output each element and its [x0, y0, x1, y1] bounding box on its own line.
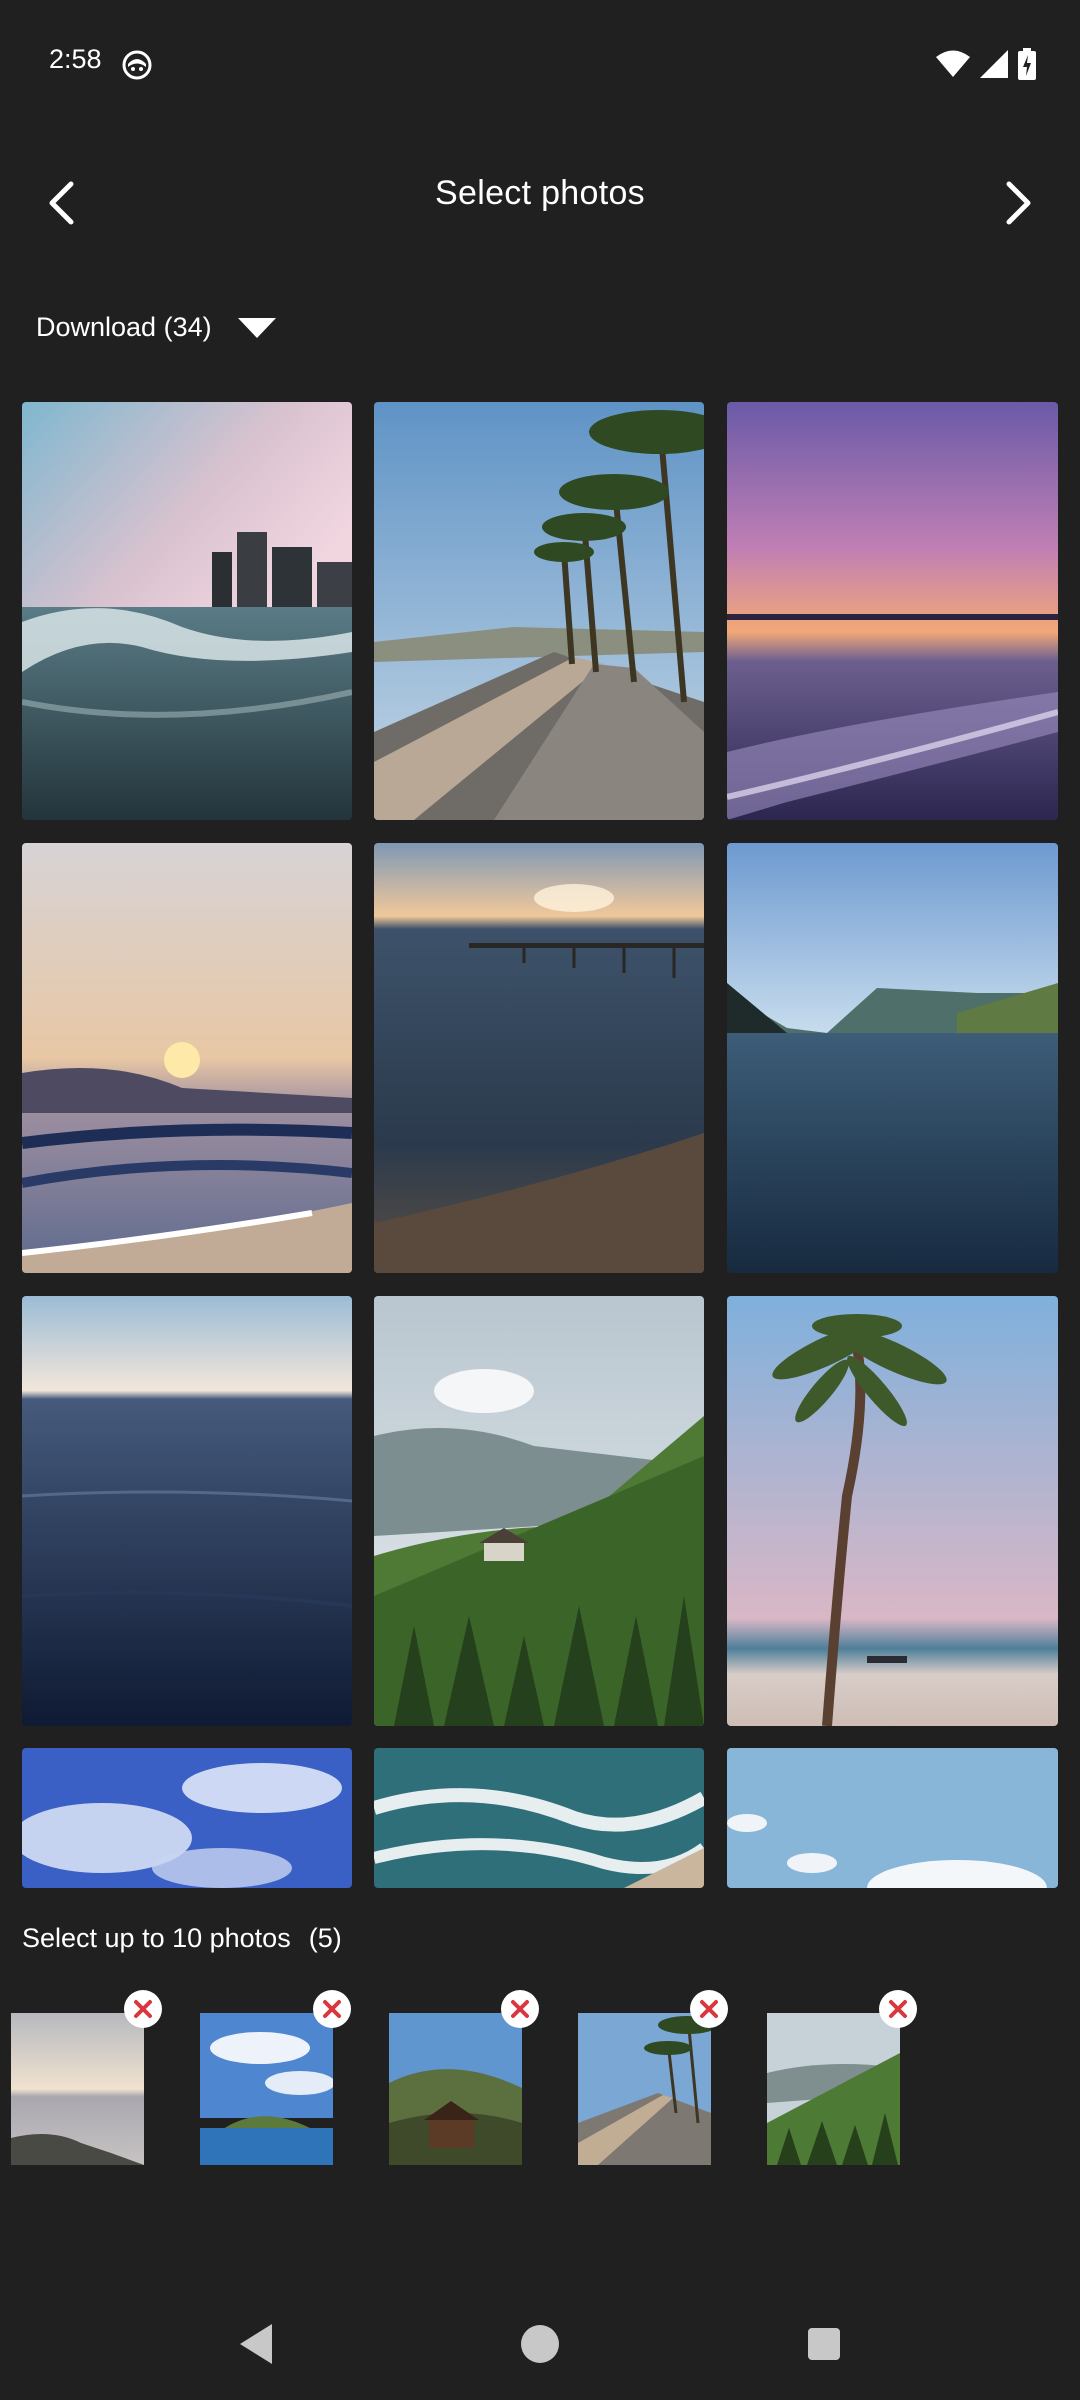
close-icon [700, 2000, 718, 2018]
triangle-down-icon [237, 317, 276, 338]
selected-photos-strip [0, 1990, 1080, 2170]
remove-selected-button[interactable] [313, 1990, 351, 2028]
nav-home-icon [521, 2325, 559, 2363]
close-icon [323, 2000, 341, 2018]
album-label: Download (34) [36, 312, 212, 342]
next-button[interactable] [986, 170, 1052, 236]
system-nav-bar [0, 2300, 1080, 2400]
nav-back-button[interactable] [236, 2322, 276, 2371]
selection-limit-text: Select up to 10 photos [22, 1923, 291, 1953]
selected-thumbnail[interactable] [389, 2013, 522, 2165]
remove-selected-button[interactable] [690, 1990, 728, 2028]
status-bar: 2:58 [0, 0, 1080, 130]
photo-tile[interactable] [374, 1296, 704, 1726]
photo-tile[interactable] [727, 843, 1058, 1273]
wifi-icon [936, 50, 970, 77]
nav-recents-button[interactable] [804, 2322, 844, 2371]
chevron-right-icon [1006, 181, 1031, 225]
close-icon [511, 2000, 529, 2018]
remove-selected-button[interactable] [501, 1990, 539, 2028]
album-dropdown[interactable]: Download (34) [36, 312, 276, 343]
signal-icon [980, 50, 1008, 78]
selected-thumbnail[interactable] [11, 2013, 144, 2165]
photo-grid [22, 402, 1058, 1888]
nav-home-button[interactable] [520, 2322, 560, 2371]
battery-charging-icon [1018, 48, 1036, 80]
notification-face-icon [122, 50, 152, 80]
top-app-bar: Select photos [0, 150, 1080, 250]
remove-selected-button[interactable] [879, 1990, 917, 2028]
photo-tile[interactable] [22, 402, 352, 820]
photo-tile[interactable] [22, 1748, 352, 1888]
selected-thumbnail[interactable] [200, 2013, 333, 2165]
close-icon [134, 2000, 152, 2018]
nav-back-icon [240, 2324, 272, 2364]
selected-thumbnail[interactable] [578, 2013, 711, 2165]
selected-thumbnail[interactable] [767, 2013, 900, 2165]
photo-tile[interactable] [727, 402, 1058, 820]
page-title: Select photos [435, 174, 645, 212]
photo-tile[interactable] [374, 1748, 704, 1888]
nav-recents-icon [808, 2328, 840, 2360]
photo-tile[interactable] [727, 1748, 1058, 1888]
photo-tile[interactable] [22, 843, 352, 1273]
close-icon [889, 2000, 907, 2018]
photo-tile[interactable] [374, 402, 704, 820]
remove-selected-button[interactable] [124, 1990, 162, 2028]
photo-tile[interactable] [22, 1296, 352, 1726]
selection-limit-label: Select up to 10 photos (5) [22, 1923, 342, 1954]
photo-tile[interactable] [374, 843, 704, 1273]
status-time: 2:58 [49, 44, 102, 74]
selection-count: (5) [308, 1923, 342, 1953]
photo-tile[interactable] [727, 1296, 1058, 1726]
